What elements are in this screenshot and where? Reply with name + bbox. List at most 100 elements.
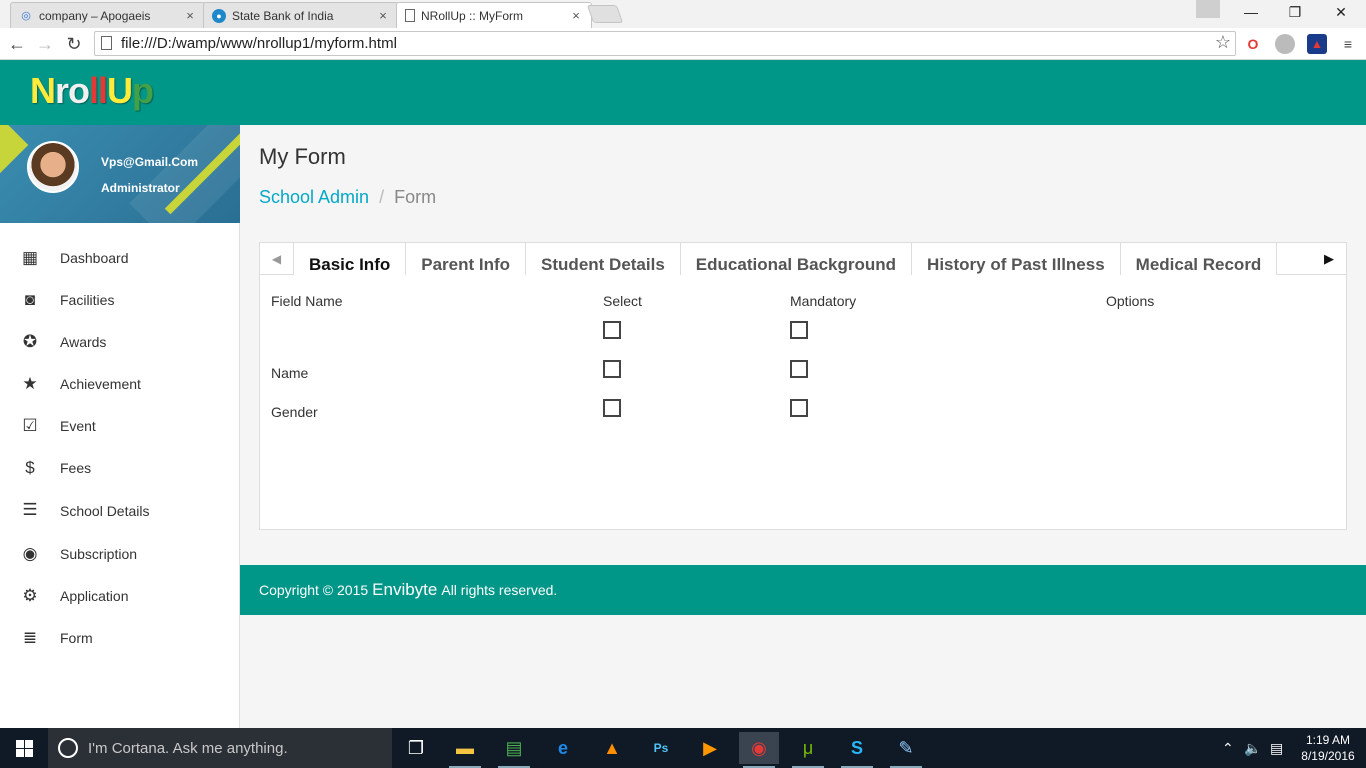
sidebar-item-school-details[interactable]: ☰ School Details: [0, 489, 240, 533]
paint-icon[interactable]: ✎: [886, 732, 926, 768]
media-player-icon[interactable]: ▶: [690, 732, 730, 764]
sidebar-item-achievement[interactable]: ★ Achievement: [0, 363, 240, 405]
tab-strip: Basic Info Parent Info Student Details E…: [294, 243, 1312, 275]
tab-history-of-past-illness[interactable]: History of Past Illness: [911, 243, 1121, 275]
logo-letter: o: [68, 70, 90, 111]
utorrent-icon[interactable]: μ: [788, 732, 828, 768]
cortana-icon: [58, 738, 78, 758]
volume-icon[interactable]: 🔈: [1244, 728, 1261, 768]
sidebar-item-label: Fees: [60, 460, 92, 476]
logo-letter: U: [107, 70, 133, 111]
select-checkbox[interactable]: [603, 321, 621, 339]
scroll-right-icon[interactable]: ▶: [1312, 243, 1346, 274]
profile-button[interactable]: [1196, 0, 1220, 18]
cortana-search-box[interactable]: I'm Cortana. Ask me anything.: [48, 728, 392, 768]
tab-student-details[interactable]: Student Details: [525, 243, 681, 275]
sidebar-item-application[interactable]: ⚙ Application: [0, 575, 240, 617]
sidebar-item-event[interactable]: ☑ Event: [0, 405, 240, 447]
bookmark-star-icon[interactable]: ☆: [1215, 32, 1231, 53]
lines-icon: ≣: [22, 628, 38, 647]
sidebar-item-dashboard[interactable]: ▦ Dashboard: [0, 237, 240, 279]
decorative-stripe: [0, 125, 29, 174]
skype-icon[interactable]: S: [837, 732, 877, 768]
select-checkbox[interactable]: [603, 360, 621, 378]
forward-icon[interactable]: →: [33, 32, 57, 56]
user-email: Vps@Gmail.Com: [101, 155, 199, 169]
sidebar-item-label: School Details: [60, 503, 150, 519]
browser-tab-apogaeis[interactable]: ◎ company – Apogaeis ×: [10, 2, 206, 28]
browser-tab-sbi[interactable]: ● State Bank of India ×: [203, 2, 399, 28]
sidebar-item-subscription[interactable]: ◉ Subscription: [0, 533, 240, 575]
breadcrumb-link-school-admin[interactable]: School Admin: [259, 187, 369, 208]
mandatory-checkbox[interactable]: [790, 321, 808, 339]
avatar[interactable]: [27, 141, 79, 193]
awards-icon: ✪: [22, 332, 38, 351]
scroll-left-icon[interactable]: ◀: [260, 243, 294, 274]
dollar-icon: $: [25, 458, 35, 477]
close-icon[interactable]: ×: [569, 8, 583, 23]
photoshop-icon[interactable]: Ps: [641, 732, 681, 764]
cortana-placeholder: I'm Cortana. Ask me anything.: [88, 739, 288, 757]
browser-toolbar: ← → ↻ file:///D:/wamp/www/nrollup1/myfor…: [0, 28, 1366, 60]
user-role: Administrator: [101, 181, 180, 195]
sidebar-item-label: Application: [60, 588, 129, 604]
page-icon: [405, 9, 415, 22]
close-icon[interactable]: ×: [376, 8, 390, 23]
tab-educational-background[interactable]: Educational Background: [679, 243, 913, 275]
back-icon[interactable]: ←: [5, 32, 29, 56]
sidebar-item-awards[interactable]: ✪ Awards: [0, 321, 240, 363]
restore-icon[interactable]: ❐: [1272, 0, 1318, 24]
vlc-icon[interactable]: ▲: [592, 732, 632, 764]
account-circle-icon: ◉: [22, 544, 38, 563]
tab-basic-info[interactable]: Basic Info: [294, 243, 407, 275]
chrome-icon[interactable]: ◉: [739, 732, 779, 768]
field-label: Gender: [271, 404, 318, 420]
nrollup-logo[interactable]: NrollUp: [30, 70, 154, 112]
breadcrumb-current: Form: [394, 187, 437, 207]
logo-letter: N: [30, 70, 56, 111]
select-checkbox[interactable]: [603, 399, 621, 417]
menu-icon[interactable]: ≡: [1338, 34, 1358, 54]
opera-extension-icon[interactable]: O: [1243, 34, 1263, 54]
url-text: file:///D:/wamp/www/nrollup1/myform.html: [121, 35, 397, 52]
close-window-icon[interactable]: ✕: [1318, 0, 1364, 24]
logo-letter: r: [55, 70, 69, 111]
breadcrumb-separator: /: [379, 187, 385, 207]
dashboard-icon: ▦: [21, 248, 39, 267]
edge-icon[interactable]: e: [543, 732, 583, 764]
clock-date: 8/19/2016: [1301, 749, 1355, 763]
new-tab-button[interactable]: [586, 5, 624, 23]
calendar-check-icon: ☑: [22, 416, 38, 435]
tab-parent-info[interactable]: Parent Info: [405, 243, 527, 275]
task-view-icon[interactable]: ❐: [396, 732, 436, 764]
tab-medical-record[interactable]: Medical Record: [1119, 243, 1278, 275]
file-explorer-icon[interactable]: ▬: [445, 732, 485, 768]
address-bar[interactable]: file:///D:/wamp/www/nrollup1/myform.html…: [94, 31, 1236, 56]
sidebar-item-form[interactable]: ≣ Form: [0, 617, 240, 659]
minimize-icon[interactable]: —: [1228, 0, 1274, 24]
globe-icon: ◎: [21, 10, 31, 22]
clock-time: 1:19 AM: [1305, 733, 1351, 747]
browser-tab-myform[interactable]: NRollUp :: MyForm ×: [396, 2, 592, 28]
extension-icon[interactable]: [1275, 34, 1295, 54]
logo-letter: p: [132, 70, 154, 111]
sidebar-item-fees[interactable]: $ Fees: [0, 447, 240, 489]
close-icon[interactable]: ×: [183, 8, 197, 23]
windows-start-button[interactable]: [0, 728, 48, 768]
sidebar-menu: ▦ Dashboard ◙ Facilities ✪ Awards ★ Achi…: [0, 237, 240, 659]
page-title: My Form: [259, 144, 346, 169]
notifications-icon[interactable]: ▤: [1270, 728, 1283, 768]
clock[interactable]: 1:19 AM 8/19/2016: [1296, 732, 1360, 764]
mandatory-checkbox[interactable]: [790, 399, 808, 417]
extension-icon[interactable]: ▲: [1307, 34, 1327, 54]
mandatory-checkbox[interactable]: [790, 360, 808, 378]
notepad-icon[interactable]: ▤: [494, 732, 534, 768]
footer: Copyright © 2015 Envibyte All rights res…: [240, 565, 1366, 615]
footer-brand-link[interactable]: Envibyte: [372, 580, 437, 600]
field-label: Name: [271, 365, 309, 381]
show-hidden-icons[interactable]: ⌃: [1222, 728, 1234, 768]
copyright-text: Copyright © 2015: [259, 582, 369, 598]
sidebar-item-facilities[interactable]: ◙ Facilities: [0, 279, 240, 321]
list-icon: ☰: [22, 500, 38, 519]
reload-icon[interactable]: ↻: [62, 32, 86, 56]
